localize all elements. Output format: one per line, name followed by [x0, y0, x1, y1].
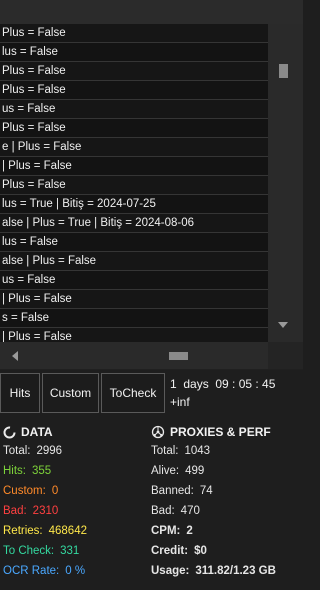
log-list[interactable]: Plus = False lus = False Plus = False Plus…	[0, 24, 268, 342]
usage-value: 311.82/1.23 GB	[195, 565, 276, 577]
proxy-bad-value: 470	[180, 505, 200, 517]
custom-stat: Custom: 0	[3, 481, 148, 501]
scroll-corner	[268, 342, 303, 369]
retries-label: Retries:	[3, 525, 43, 537]
log-row[interactable]: alse | Plus = False	[0, 252, 268, 271]
vertical-scrollbar[interactable]	[268, 24, 303, 342]
log-row[interactable]: lus = False	[0, 43, 268, 62]
proxy-section-title: PROXIES & PERF	[151, 423, 301, 441]
proxy-total-label: Total:	[151, 445, 179, 457]
alive-label: Alive:	[151, 465, 180, 477]
scroll-down-arrow-icon[interactable]	[278, 322, 288, 328]
custom-value: 0	[51, 485, 59, 497]
bad-label: Bad:	[3, 505, 27, 517]
tocheck-stat: To Check: 331	[3, 541, 148, 561]
tab-hits[interactable]: Hits	[0, 373, 40, 413]
log-row[interactable]: | Plus = False	[0, 290, 268, 309]
log-panel: Plus = False lus = False Plus = False Plus…	[0, 0, 303, 370]
ocr-rate-value: 0 %	[65, 565, 86, 577]
log-row[interactable]: Plus = False	[0, 119, 268, 138]
log-row[interactable]: s = False	[0, 309, 268, 328]
alive-value: 499	[185, 465, 205, 477]
tab-custom[interactable]: Custom	[42, 373, 99, 413]
ocr-rate-label: OCR Rate:	[3, 565, 60, 577]
log-header	[0, 0, 303, 24]
log-row[interactable]: lus = True | Bitiş = 2024-07-25	[0, 195, 268, 214]
log-row[interactable]: us = False	[0, 271, 268, 290]
log-row[interactable]: e | Plus = False	[0, 138, 268, 157]
alive-stat: Alive: 499	[151, 461, 301, 481]
remaining-time: +inf	[170, 395, 190, 409]
horizontal-scroll-thumb[interactable]	[169, 352, 188, 360]
tab-tocheck[interactable]: ToCheck	[101, 373, 165, 413]
hits-label: Hits:	[3, 465, 26, 477]
proxy-bad-stat: Bad: 470	[151, 501, 301, 521]
banned-label: Banned:	[151, 485, 194, 497]
credit-label: Credit:	[151, 545, 189, 557]
tocheck-label: To Check:	[3, 545, 55, 557]
log-row[interactable]: | Plus = False	[0, 157, 268, 176]
vertical-scroll-thumb[interactable]	[279, 64, 288, 78]
log-row[interactable]: | Plus = False	[0, 328, 268, 342]
network-globe-icon	[151, 425, 165, 439]
log-row[interactable]: Plus = False	[0, 81, 268, 100]
proxy-total-stat: Total: 1043	[151, 441, 301, 461]
hits-value: 355	[32, 465, 52, 477]
circle-icon	[3, 426, 16, 438]
tab-bar: Hits Custom ToCheck 1 days 09 : 05 : 45 …	[0, 373, 303, 413]
proxy-title: PROXIES & PERF	[170, 425, 271, 439]
cpm-label: CPM:	[151, 525, 181, 537]
data-title: DATA	[21, 425, 53, 439]
data-total-value: 2996	[36, 445, 63, 457]
credit-value: $0	[194, 545, 207, 557]
ocr-rate-stat: OCR Rate: 0 %	[3, 561, 148, 581]
proxy-total-value: 1043	[184, 445, 211, 457]
cpm-value: 2	[186, 525, 193, 537]
tocheck-value: 331	[60, 545, 80, 557]
proxy-stats-panel: PROXIES & PERF Total: 1043 Alive: 499 Bann…	[151, 423, 301, 581]
data-stats-panel: DATA Total: 2996 Hits: 355 Custom: 0 Bad: 23…	[3, 423, 148, 581]
retries-stat: Retries: 468642	[3, 521, 148, 541]
bad-value: 2310	[32, 505, 59, 517]
usage-stat: Usage: 311.82/1.23 GB	[151, 561, 301, 581]
log-row[interactable]: Plus = False	[0, 176, 268, 195]
usage-label: Usage:	[151, 565, 190, 577]
data-total-stat: Total: 2996	[3, 441, 148, 461]
proxy-bad-label: Bad:	[151, 505, 175, 517]
app-window: Plus = False lus = False Plus = False Plus…	[0, 0, 303, 590]
banned-stat: Banned: 74	[151, 481, 301, 501]
data-total-label: Total:	[3, 445, 31, 457]
retries-value: 468642	[48, 525, 87, 537]
banned-value: 74	[199, 485, 213, 497]
log-row[interactable]: us = False	[0, 100, 268, 119]
hits-stat: Hits: 355	[3, 461, 148, 481]
timer: 1 days 09 : 05 : 45 +inf	[170, 375, 275, 411]
elapsed-time: 1 days 09 : 05 : 45	[170, 377, 276, 391]
bad-stat: Bad: 2310	[3, 501, 148, 521]
horizontal-scrollbar[interactable]	[0, 342, 268, 369]
scroll-left-arrow-icon[interactable]	[12, 351, 18, 361]
log-row[interactable]: lus = False	[0, 233, 268, 252]
log-row[interactable]: alse | Plus = True | Bitiş = 2024-08-06	[0, 214, 268, 233]
log-row[interactable]: Plus = False	[0, 62, 268, 81]
credit-stat: Credit: $0	[151, 541, 301, 561]
log-row[interactable]: Plus = False	[0, 24, 268, 43]
cpm-stat: CPM: 2	[151, 521, 301, 541]
data-section-title: DATA	[3, 423, 148, 441]
custom-label: Custom:	[3, 485, 46, 497]
